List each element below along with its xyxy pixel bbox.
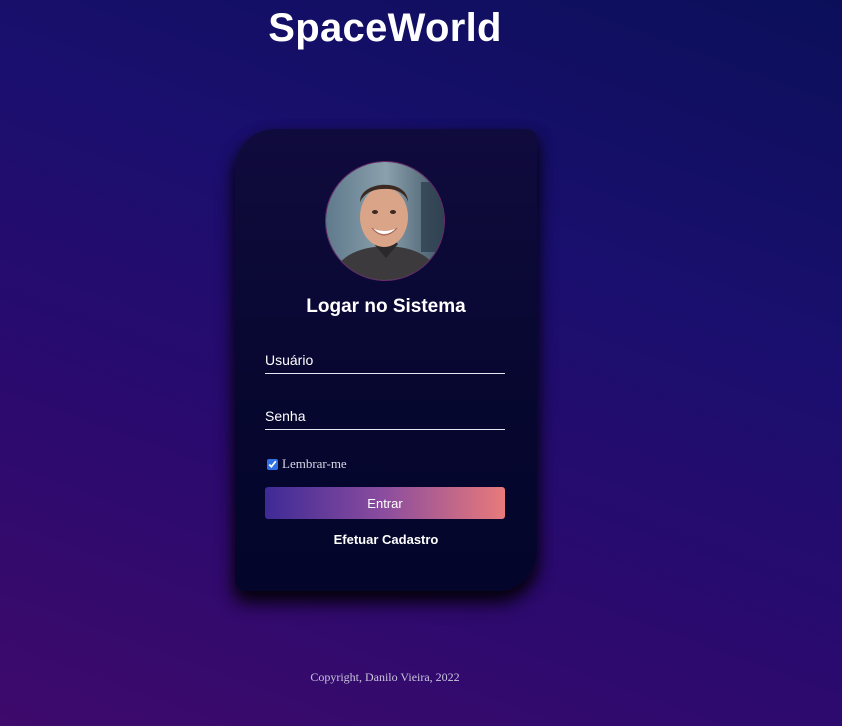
profile-avatar — [325, 161, 445, 281]
register-link[interactable]: Efetuar Cadastro — [235, 532, 537, 547]
remember-me-checkbox[interactable] — [267, 458, 278, 470]
password-input[interactable] — [265, 403, 505, 429]
remember-me-row: Lembrar-me — [267, 456, 347, 472]
username-input[interactable] — [265, 347, 505, 373]
site-title: SpaceWorld — [268, 6, 502, 50]
login-heading: Logar no Sistema — [306, 296, 466, 317]
password-field-wrapper — [265, 403, 505, 430]
username-field-wrapper — [265, 347, 505, 374]
login-card: Logar no Sistema Lembrar-me Entrar Efetu… — [235, 129, 537, 591]
remember-me-label[interactable]: Lembrar-me — [282, 456, 347, 472]
footer-copyright: Copyright, Danilo Vieira, 2022 — [310, 670, 460, 684]
login-submit-button[interactable]: Entrar — [265, 487, 505, 519]
avatar-photo — [326, 162, 444, 280]
